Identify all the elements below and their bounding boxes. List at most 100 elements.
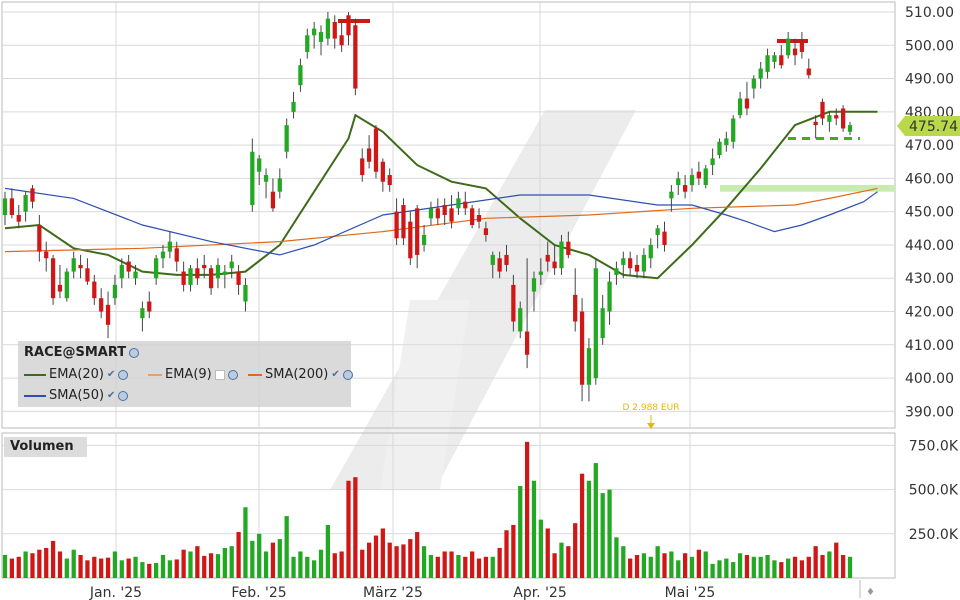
- candle-body: [346, 15, 351, 36]
- volume-bar: [236, 532, 241, 578]
- volume-bar: [257, 533, 262, 578]
- volume-bar: [2, 555, 8, 578]
- legend-item-ema20[interactable]: EMA(20) ✔: [24, 367, 129, 382]
- checkbox-icon[interactable]: [214, 369, 225, 380]
- eye-icon[interactable]: [227, 369, 238, 380]
- legend-item-label: EMA(20): [49, 367, 105, 382]
- check-icon[interactable]: ✔: [107, 369, 115, 380]
- volume-bar: [696, 549, 701, 578]
- candle-body: [2, 198, 8, 215]
- volume-bar: [600, 493, 605, 578]
- legend-title: RACE@SMART: [24, 345, 127, 360]
- x-tick-label: Jan. '25: [89, 585, 142, 600]
- check-icon[interactable]: ✔: [331, 369, 339, 380]
- candle-body: [600, 308, 605, 339]
- volume-bar: [50, 540, 56, 578]
- eye-icon[interactable]: [342, 369, 353, 380]
- candle-body: [318, 31, 324, 42]
- candle-body: [30, 188, 35, 202]
- candle-body: [703, 168, 708, 186]
- series-line-ema20: [4, 110, 878, 280]
- candle-body: [607, 281, 612, 312]
- volume-bar: [387, 542, 392, 578]
- volume-bar: [607, 489, 612, 578]
- eye-icon[interactable]: [118, 369, 129, 380]
- volume-bar: [140, 562, 145, 578]
- x-tick-label: März '25: [363, 585, 423, 600]
- volume-bar: [566, 546, 571, 578]
- candle-body: [50, 258, 56, 299]
- volume-bar: [394, 546, 399, 578]
- volume-bar: [312, 560, 317, 578]
- candle-body: [682, 185, 688, 192]
- volume-bar: [181, 549, 186, 578]
- legend-item-sma200[interactable]: SMA(200) ✔: [248, 367, 353, 382]
- candle-body: [174, 248, 179, 262]
- last-price-label: 475.74: [909, 119, 958, 135]
- candle-body: [243, 284, 248, 302]
- volume-bar: [9, 558, 14, 578]
- candle-body: [724, 138, 729, 146]
- volume-bar: [504, 530, 509, 578]
- volume-bar: [380, 528, 385, 578]
- candle-body: [648, 244, 653, 259]
- candle-body: [353, 25, 358, 89]
- candle-body: [710, 158, 715, 166]
- volume-bar: [579, 473, 585, 578]
- volume-bar: [346, 480, 351, 578]
- volume-bar: [71, 549, 76, 578]
- eye-icon[interactable]: [129, 347, 140, 358]
- candle-body: [566, 241, 571, 255]
- volume-bar: [174, 559, 179, 578]
- candle-body: [483, 228, 489, 235]
- volume-bar: [490, 556, 495, 578]
- price-chart: D 2.988 EUR ♦ 510.00500.00490.00480.0047…: [1, 1, 960, 600]
- volume-bar: [847, 556, 853, 578]
- volume-tick-label: 750.0K: [909, 438, 959, 454]
- volume-bar: [401, 544, 406, 578]
- volume-bar: [263, 551, 269, 578]
- volume-bar: [669, 551, 674, 578]
- x-tick-label: Apr. '25: [513, 585, 567, 600]
- volume-bar: [682, 553, 688, 578]
- candle-body: [133, 271, 138, 279]
- candle-body: [305, 35, 310, 52]
- volume-bar: [463, 556, 468, 578]
- candle-body: [71, 258, 76, 272]
- check-icon[interactable]: ✔: [107, 390, 115, 401]
- volume-bar: [841, 555, 846, 578]
- candle-body: [92, 281, 97, 299]
- volume-bar: [586, 480, 592, 578]
- candle-body: [188, 268, 193, 285]
- volume-bar: [57, 551, 63, 578]
- volume-bar: [415, 532, 420, 578]
- candle-body: [786, 38, 791, 56]
- candle-body: [360, 158, 365, 176]
- candle-body: [476, 215, 482, 222]
- volume-bar: [277, 539, 282, 578]
- indicator-lines: [4, 110, 878, 280]
- volume-bar: [724, 558, 729, 578]
- ema20-swatch: [24, 373, 46, 376]
- candle-body: [428, 208, 434, 219]
- volume-bar: [634, 555, 640, 578]
- volume-bar: [449, 551, 454, 578]
- candle-body: [373, 128, 379, 172]
- legend-item-sma50[interactable]: SMA(50) ✔: [24, 388, 129, 403]
- legend-item-ema9[interactable]: EMA(9): [148, 367, 238, 382]
- volume-bar: [44, 547, 49, 578]
- eye-icon[interactable]: [118, 390, 129, 401]
- candle-body: [99, 298, 104, 312]
- volume-bar: [202, 555, 207, 578]
- volume-bar: [552, 553, 557, 578]
- legend-item-label: SMA(50): [49, 388, 105, 403]
- volume-bar: [250, 540, 255, 578]
- volume-bar: [360, 549, 365, 578]
- candle-body: [490, 254, 495, 265]
- candle-body: [147, 301, 152, 312]
- candle-body: [44, 251, 49, 259]
- volume-bar: [428, 555, 434, 578]
- volume-bar: [298, 551, 303, 578]
- candle-body: [628, 258, 633, 269]
- volume-bar: [538, 519, 543, 578]
